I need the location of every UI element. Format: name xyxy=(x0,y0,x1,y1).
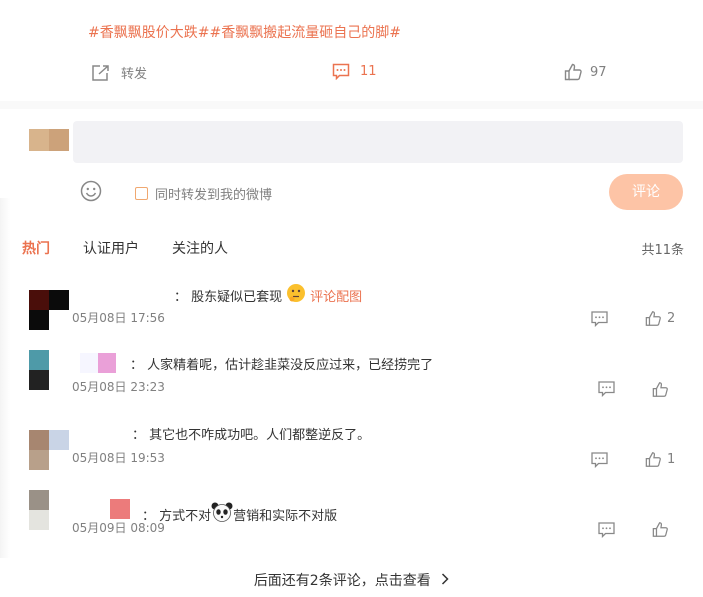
comment-bubble-icon xyxy=(591,311,608,331)
tab-following[interactable]: 关注的人 xyxy=(172,238,228,258)
comment-input[interactable] xyxy=(73,121,683,163)
comment-icon xyxy=(332,63,350,80)
comment-bubble-icon xyxy=(598,522,615,542)
thumbs-up-icon xyxy=(645,310,662,327)
emoji-button[interactable] xyxy=(80,180,102,206)
reply-button[interactable] xyxy=(598,522,615,542)
thumbs-up-icon xyxy=(652,521,669,538)
comment-bubble-icon xyxy=(591,452,608,472)
comment-time: 05月09日 08:09 xyxy=(72,521,165,535)
comment-avatar[interactable] xyxy=(29,490,69,530)
comment-text: ： 股东疑似已套现 评论配图 xyxy=(174,283,362,307)
comment-time: 05月08日 23:23 xyxy=(72,380,165,394)
comment-avatar[interactable] xyxy=(29,290,69,330)
submit-comment-button[interactable]: 评论 xyxy=(609,174,683,210)
comment-like-button[interactable]: 2 xyxy=(645,310,675,327)
section-divider xyxy=(0,101,703,109)
forward-checkbox-row[interactable]: 同时转发到我的微博 xyxy=(135,184,272,203)
reply-button[interactable] xyxy=(591,311,608,331)
comment-bubble-icon xyxy=(598,381,615,401)
tab-hot[interactable]: 热门 xyxy=(22,238,50,258)
reply-button[interactable] xyxy=(591,452,608,472)
like-count: 97 xyxy=(590,64,607,80)
comment-text: ： 其它也不咋成功吧。人们都整逆反了。 xyxy=(132,428,371,443)
username-blur xyxy=(80,353,98,373)
thumbs-up-icon xyxy=(564,63,583,81)
comment-time: 05月08日 17:56 xyxy=(72,311,165,325)
comment-button[interactable]: 11 xyxy=(332,63,377,80)
tab-verified-users[interactable]: 认证用户 xyxy=(83,238,139,258)
comment-like-button[interactable] xyxy=(652,381,669,398)
forward-button[interactable]: 转发 xyxy=(91,63,147,82)
comment-text: ： 人家精着呢，估计趁韭菜没反应过来，已经捞完了 xyxy=(72,353,433,373)
emoji-panda-icon xyxy=(211,502,233,526)
comment-count: 11 xyxy=(360,64,377,79)
comment-like-count: 1 xyxy=(667,452,676,467)
comment-filter-tabs: 热门 认证用户 关注的人 xyxy=(22,238,228,258)
my-avatar xyxy=(29,129,69,151)
comment-total: 共11条 xyxy=(641,243,684,258)
comment-like-button[interactable]: 1 xyxy=(645,451,675,468)
smiley-icon xyxy=(80,180,102,206)
like-button[interactable]: 97 xyxy=(564,63,607,81)
thumbs-up-icon xyxy=(645,451,662,468)
thumbs-up-icon xyxy=(652,381,669,398)
reply-button[interactable] xyxy=(598,381,615,401)
comment-avatar[interactable] xyxy=(29,430,69,470)
comment-like-button[interactable] xyxy=(652,521,669,538)
left-shadow xyxy=(0,198,10,558)
emoji-thinking-icon xyxy=(286,283,306,307)
load-more-comments[interactable]: 后面还有2条评论，点击查看 xyxy=(0,570,703,590)
post-hashtags[interactable]: #香飘飘股价大跌##香飘飘搬起流量砸自己的脚# xyxy=(88,22,401,42)
forward-label: 转发 xyxy=(121,67,148,82)
username-blur xyxy=(98,353,116,373)
forward-checkbox-label: 同时转发到我的微博 xyxy=(155,188,273,203)
comment-time: 05月08日 19:53 xyxy=(72,451,165,465)
comment-image-link[interactable]: 评论配图 xyxy=(310,286,362,305)
comment-avatar[interactable] xyxy=(29,350,69,390)
username-blur xyxy=(110,499,130,519)
chevron-right-icon xyxy=(441,573,449,589)
forward-icon xyxy=(91,64,111,82)
forward-checkbox[interactable] xyxy=(135,187,148,200)
comment-like-count: 2 xyxy=(667,311,676,326)
